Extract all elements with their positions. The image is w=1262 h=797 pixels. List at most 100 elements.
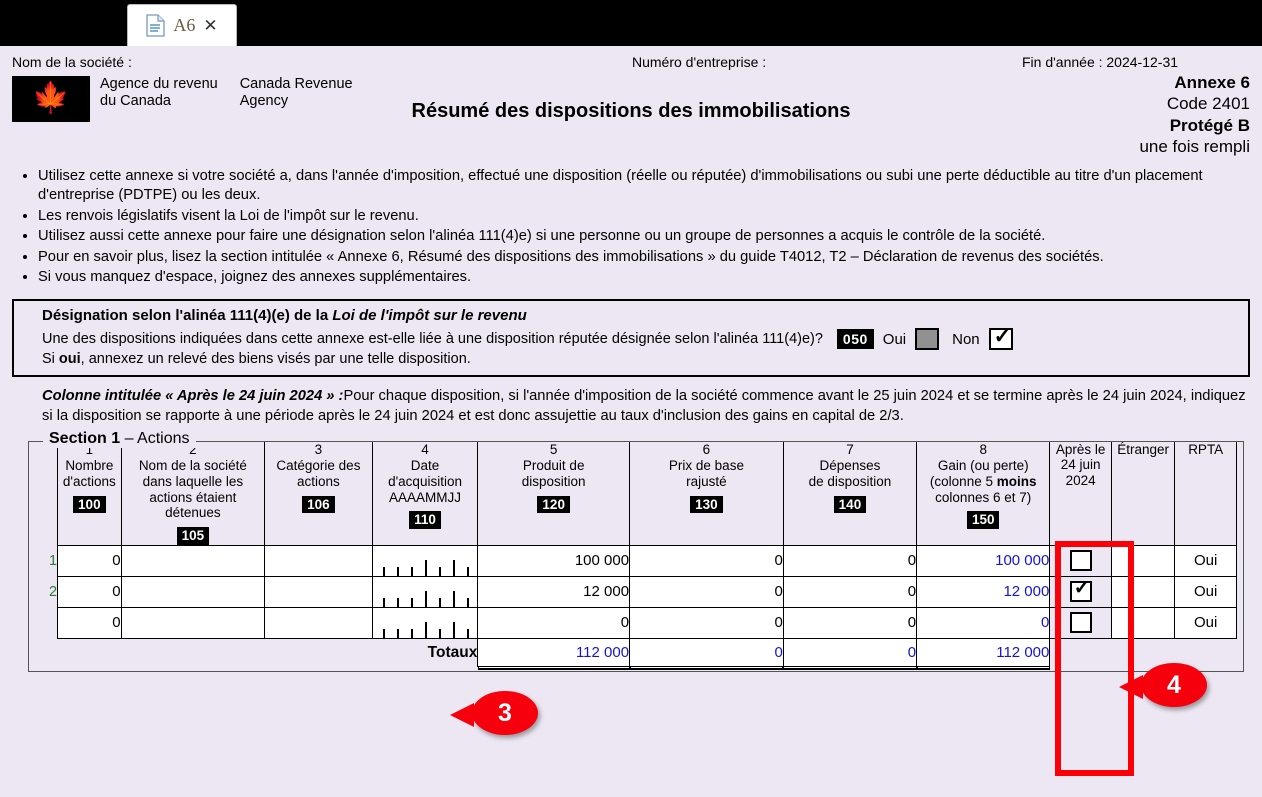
date-comb-icon [373, 608, 478, 638]
date-comb-icon [373, 577, 478, 607]
company-name-label: Nom de la société : [12, 54, 132, 70]
cell-company[interactable] [120, 606, 266, 639]
total-acb: 0 [629, 637, 784, 667]
col-title: Nombre d'actions [62, 458, 116, 490]
cell-after-june-checkbox[interactable]: ✓ [1049, 575, 1112, 608]
col-title: RPTA [1188, 441, 1224, 457]
designation-no-checkbox[interactable]: ✓ [988, 325, 1013, 351]
cell-after-june-checkbox[interactable] [1049, 544, 1112, 577]
protected-note: une fois rempli [1139, 136, 1250, 156]
cra-logo: 🍁 Agence du revenu du Canada Canada Reve… [12, 76, 353, 122]
table-row: 0 0 0 0 0 Oui [35, 606, 1237, 639]
designation-note: Si oui, annexez un relevé des biens visé… [42, 351, 471, 368]
tab-label: A6 [173, 15, 196, 35]
check-icon: ✓ [993, 325, 1012, 349]
tab-a6[interactable]: A6 ✕ [127, 4, 237, 46]
cell-proceeds[interactable]: 0 [477, 606, 631, 639]
cell-proceeds[interactable]: 12 000 [477, 575, 631, 608]
col-title: Prix de base rajusté [668, 458, 744, 490]
cell-acb[interactable]: 0 [629, 606, 784, 639]
list-item: Pour en savoir plus, lisez la section in… [38, 248, 1250, 267]
form-meta-row: Nom de la société : Numéro d'entreprise … [12, 46, 1250, 72]
cell-category[interactable] [264, 575, 373, 608]
callout-4: 4 [1119, 663, 1207, 707]
total-expenses: 0 [782, 637, 918, 667]
table-row: 1 0 100 000 0 0 100 000 Oui [35, 544, 1237, 577]
cell-expenses[interactable]: 0 [782, 575, 918, 608]
cell-gain: 0 [916, 606, 1051, 639]
close-icon[interactable]: ✕ [203, 17, 217, 34]
designation-question: Une des dispositions indiquées dans cett… [42, 331, 823, 348]
cell-proceeds[interactable]: 100 000 [477, 544, 631, 577]
cell-expenses[interactable]: 0 [782, 606, 918, 639]
col-title: Catégorie des actions [276, 458, 361, 490]
section-1: Section 1 – Actions 1 Nombre d'actions 10… [28, 429, 1244, 672]
checkbox [1069, 612, 1092, 634]
col-header-rpta: RPTA [1174, 440, 1237, 546]
cell-after-june-checkbox[interactable] [1049, 606, 1112, 639]
designation-yes-checkbox[interactable] [915, 328, 940, 351]
schedule-meta: Annexe 6 Code 2401 Protégé B une fois re… [1139, 72, 1250, 157]
cell-company[interactable] [120, 544, 266, 577]
table-header-row: 1 Nombre d'actions 100 2 Nom de la sociét… [35, 440, 1237, 546]
cell-acquisition-date[interactable] [371, 606, 479, 639]
field-code: 130 [690, 495, 723, 514]
col-header-3: 3 Catégorie des actions 106 [264, 440, 373, 546]
cell-acquisition-date[interactable] [371, 575, 479, 608]
table-row: 2 0 12 000 0 0 12 000 ✓ Oui [35, 575, 1237, 608]
year-end-label: Fin d'année : 2024-12-31 [1022, 54, 1179, 70]
col-title: Date d'acquisition AAAAMMJJ [388, 458, 462, 505]
cell-category[interactable] [264, 606, 373, 639]
cell-shares[interactable]: 0 [57, 606, 122, 639]
col-header-foreign: Étranger [1110, 440, 1176, 546]
check-icon: ✓ [1073, 577, 1091, 600]
agency-name-en: Canada Revenue Agency [239, 76, 353, 110]
schedule-number: Annexe 6 [1174, 73, 1250, 92]
cell-company[interactable] [120, 575, 266, 608]
column-note-lead: Colonne intitulée « Après le 24 juin 202… [42, 388, 344, 405]
field-code: 106 [302, 495, 335, 514]
total-proceeds: 112 000 [477, 637, 631, 667]
row-index [35, 607, 58, 639]
cell-rpta[interactable]: Oui [1174, 575, 1237, 608]
no-label: Non [952, 330, 980, 348]
checkbox [1069, 550, 1092, 572]
totals-row: Totaux 112 000 0 0 112 000 [35, 637, 1237, 667]
col-title: Nom de la société dans laquelle les action… [138, 458, 247, 521]
cell-shares[interactable]: 0 [57, 575, 122, 608]
cell-foreign[interactable] [1110, 575, 1176, 608]
agency-name-fr: Agence du revenu du Canada [100, 76, 218, 110]
instructions-list: Utilisez cette annexe si votre société a… [12, 167, 1250, 287]
field-code: 120 [537, 495, 570, 514]
cell-acb[interactable]: 0 [629, 575, 784, 608]
list-item: Si vous manquez d'espace, joignez des an… [38, 268, 1250, 287]
cell-rpta[interactable]: Oui [1174, 606, 1237, 639]
cell-foreign[interactable] [1110, 606, 1176, 639]
cell-acb[interactable]: 0 [629, 544, 784, 577]
cell-rpta[interactable]: Oui [1174, 544, 1237, 577]
document-icon [146, 14, 166, 37]
col-title: Après le 24 juin 2024 [1055, 441, 1106, 489]
protected-badge: Protégé B [1169, 115, 1250, 135]
field-code: 110 [409, 511, 441, 530]
col-title: Dépenses de disposition [808, 458, 892, 490]
cell-foreign[interactable] [1110, 544, 1176, 577]
total-gain: 112 000 [916, 637, 1051, 667]
col-header-5: 5 Produit de disposition 120 [477, 440, 631, 546]
col-header-7: 7 Dépenses de disposition 140 [782, 440, 918, 546]
col-header-2: 2 Nom de la société dans laquelle les acti… [120, 440, 266, 546]
cell-acquisition-date[interactable] [371, 544, 479, 577]
cell-gain: 12 000 [916, 575, 1051, 608]
totals-label: Totaux [35, 638, 478, 667]
cell-expenses[interactable]: 0 [782, 544, 918, 577]
tab-bar: A6 ✕ [0, 0, 1262, 46]
field-code: 105 [176, 527, 210, 545]
cell-category[interactable] [264, 544, 373, 577]
col-header-4: 4 Date d'acquisition AAAAMMJJ 110 [371, 440, 479, 546]
col-header-8: 8 Gain (ou perte) (colonne 5 moins colonne… [916, 440, 1051, 546]
canada-flag-icon: 🍁 [12, 76, 90, 122]
cell-shares[interactable]: 0 [57, 544, 122, 577]
cell-gain: 100 000 [916, 544, 1051, 577]
col-header-1: 1 Nombre d'actions 100 [57, 440, 122, 546]
date-comb-icon [373, 546, 478, 576]
